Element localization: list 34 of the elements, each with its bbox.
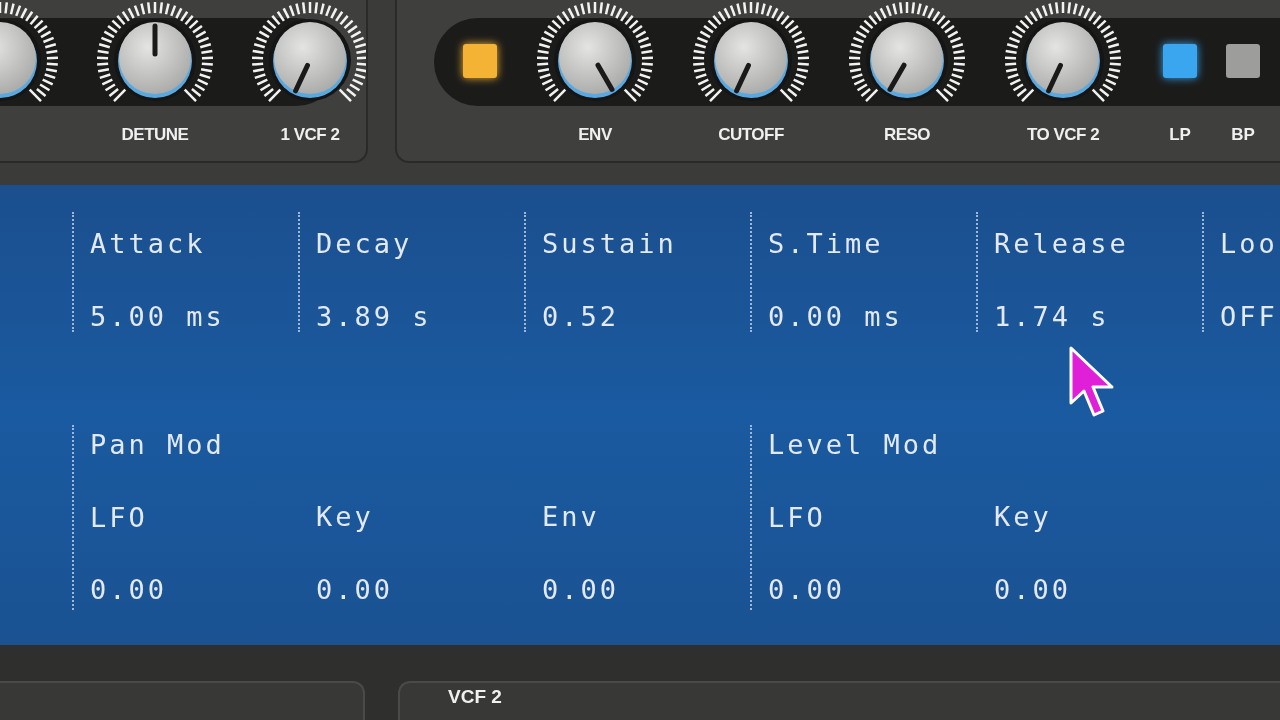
parameter-label: Key: [316, 500, 375, 534]
parameter-label: Env: [542, 500, 601, 534]
parameter-value[interactable]: 0.00: [316, 569, 524, 610]
parameter-value[interactable]: 0.00: [994, 569, 1202, 610]
knob-label: ENV: [578, 124, 612, 146]
parameter-value[interactable]: 0.00 ms: [768, 296, 976, 337]
parameter-label: Key: [994, 500, 1053, 534]
section-title: Level Mod: [768, 428, 942, 462]
parameter-label: Decay: [316, 227, 414, 261]
parameter-label: Attack: [90, 227, 207, 261]
parameter-value[interactable]: 1.74 s: [994, 296, 1202, 337]
parameter-value[interactable]: OFF: [1220, 296, 1280, 337]
parameter-label: Release: [994, 227, 1130, 261]
parameter-label: LFO: [768, 500, 827, 535]
parameter-label: LFO: [90, 500, 149, 535]
parameter-value[interactable]: 5.00 ms: [90, 296, 298, 337]
knob-label: 1 VCF 2: [280, 124, 340, 146]
section-title: Pan Mod: [90, 428, 225, 462]
parameter-label: Sustain: [542, 227, 678, 261]
parameter-value[interactable]: 0.00: [542, 569, 750, 610]
parameter-label: Loo: [1220, 227, 1279, 261]
knob-label: RESO: [883, 124, 931, 146]
mode-label: BP: [1231, 124, 1255, 146]
knob-label: TO VCF 2: [1026, 124, 1100, 146]
parameter-value[interactable]: 0.00: [768, 570, 976, 611]
parameter-value[interactable]: 3.89 s: [316, 296, 524, 337]
toggle-button[interactable]: [463, 44, 497, 78]
knob-label: CUTOFF: [718, 124, 784, 146]
parameter-value[interactable]: 0.00: [90, 570, 298, 611]
knob-label: DETUNE: [121, 124, 189, 146]
panel-title: VCF 2: [448, 685, 503, 709]
parameter-label: S.Time: [768, 227, 885, 261]
parameter-value[interactable]: 0.52: [542, 296, 750, 337]
mode-label: LP: [1169, 124, 1191, 146]
